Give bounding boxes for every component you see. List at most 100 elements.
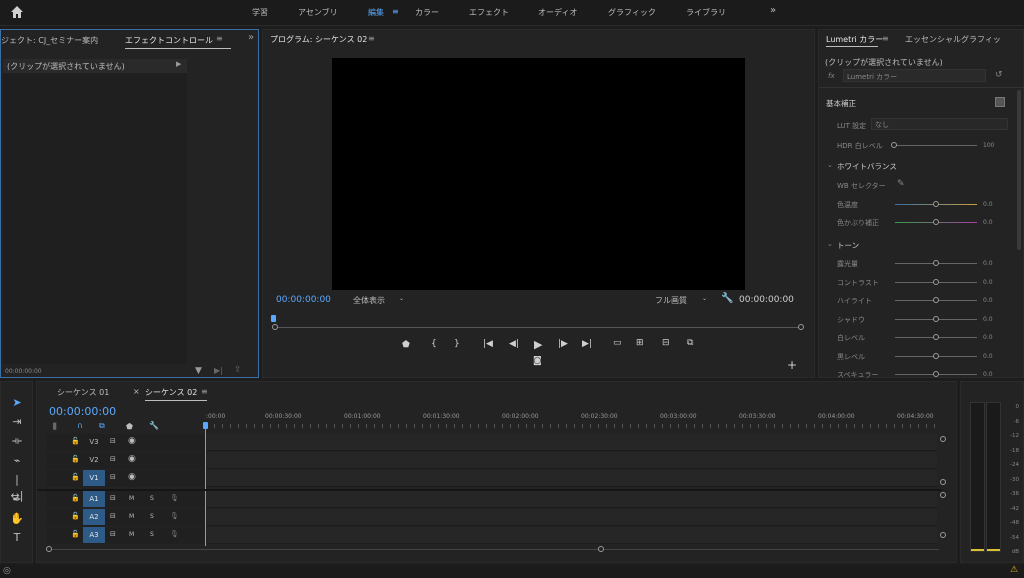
export-icon[interactable]: ⇪ <box>234 365 242 375</box>
track-lane[interactable] <box>207 452 937 469</box>
hscroll-left-handle[interactable] <box>46 546 52 552</box>
program-timecode-current[interactable]: 00:00:00:00 <box>276 295 331 305</box>
tone-slider-knob[interactable] <box>933 260 939 266</box>
scrub-end-handle[interactable] <box>798 324 804 330</box>
pen-tool-icon[interactable]: ✒ <box>9 492 25 508</box>
sync-lock-icon[interactable]: ⊟ <box>110 473 116 481</box>
lock-icon[interactable]: 🔓 <box>71 437 80 445</box>
mark-in-icon[interactable]: { <box>431 339 437 349</box>
timeline-vscroll-bottom[interactable] <box>940 492 946 498</box>
track-lane[interactable] <box>207 527 937 544</box>
extract-icon[interactable]: ⊟ <box>662 338 670 348</box>
eye-icon[interactable]: ◉ <box>128 454 136 464</box>
go-to-out-icon[interactable]: ▶| <box>582 339 592 349</box>
eyedropper-icon[interactable]: ✎ <box>897 179 905 189</box>
microphone-icon[interactable]: 🎙 <box>170 512 179 520</box>
sync-lock-icon[interactable]: ⊟ <box>110 512 116 520</box>
panel-expand-icon[interactable]: » <box>248 32 254 43</box>
tint-value[interactable]: 0.0 <box>983 219 993 226</box>
microphone-icon[interactable]: 🎙 <box>170 530 179 538</box>
workspace-learn[interactable]: 学習 <box>252 7 268 18</box>
program-monitor-title[interactable]: プログラム: シーケンス 02 <box>270 34 367 45</box>
tone-slider-knob[interactable] <box>933 297 939 303</box>
workspace-graphics[interactable]: グラフィック <box>608 7 656 18</box>
timeline-settings-icon[interactable]: 🔧 <box>149 421 159 430</box>
solo-button[interactable]: S <box>150 513 154 520</box>
tab-lumetri-color[interactable]: Lumetri カラー <box>826 34 883 45</box>
linked-selection-icon[interactable]: ⧉ <box>99 421 105 431</box>
go-to-in-icon[interactable]: |◀ <box>483 339 493 349</box>
lock-icon[interactable]: 🔓 <box>71 455 80 463</box>
track-label[interactable]: V1 <box>83 470 105 486</box>
tone-slider-value[interactable]: 0.0 <box>983 371 993 378</box>
mark-out-icon[interactable]: } <box>454 339 460 349</box>
add-button-icon[interactable]: + <box>787 358 797 372</box>
close-tab-icon[interactable]: × <box>133 387 140 396</box>
tab-essential-graphics[interactable]: エッセンシャルグラフィッ <box>905 34 1001 45</box>
safe-margins-icon[interactable]: ▭ <box>613 338 622 348</box>
timeline-hscroll-track[interactable] <box>51 549 939 550</box>
playhead-marker[interactable] <box>271 315 276 322</box>
timeline-menu-icon[interactable]: ≡ <box>201 387 208 396</box>
lock-icon[interactable]: 🔓 <box>71 494 80 502</box>
razor-tool-icon[interactable]: ⌁ <box>9 453 25 469</box>
microphone-icon[interactable]: 🎙 <box>170 494 179 502</box>
track-lane[interactable] <box>207 491 937 508</box>
tone-slider-knob[interactable] <box>933 334 939 340</box>
ripple-edit-tool-icon[interactable]: ⟛ <box>9 433 25 449</box>
add-marker-icon[interactable]: ⬟ <box>402 340 410 350</box>
hdr-slider-knob[interactable] <box>891 142 897 148</box>
lut-select[interactable] <box>871 118 1008 130</box>
workspace-libraries[interactable]: ライブラリ <box>686 7 726 18</box>
wb-collapse-icon[interactable]: ⌄ <box>827 161 833 169</box>
timeline-vscroll-top[interactable] <box>940 436 946 442</box>
sync-lock-icon[interactable]: ⊟ <box>110 494 116 502</box>
quality-select[interactable]: フル画質 <box>655 295 687 306</box>
track-lane[interactable] <box>207 509 937 526</box>
home-icon[interactable] <box>10 5 24 19</box>
workspace-color[interactable]: カラー <box>415 7 439 18</box>
lock-icon[interactable]: 🔓 <box>71 530 80 538</box>
workspace-effects[interactable]: エフェクト <box>469 7 509 18</box>
track-label[interactable]: A2 <box>83 509 105 525</box>
playhead-head[interactable] <box>203 422 208 429</box>
mute-button[interactable]: M <box>129 513 134 520</box>
tab-sequence-01[interactable]: シーケンス 01 <box>57 387 109 398</box>
tone-slider-knob[interactable] <box>933 278 939 285</box>
track-lane[interactable] <box>207 434 937 451</box>
mute-button[interactable]: M <box>129 495 134 502</box>
sync-lock-icon[interactable]: ⊟ <box>110 437 116 445</box>
playhead-line[interactable] <box>205 424 206 546</box>
snap-icon[interactable]: ∩ <box>77 421 83 430</box>
track-label[interactable]: A3 <box>83 527 105 543</box>
reset-icon[interactable]: ↺ <box>995 70 1003 80</box>
tone-slider-knob[interactable] <box>933 315 939 322</box>
more-workspaces-icon[interactable]: » <box>770 5 776 16</box>
lock-icon[interactable]: 🔓 <box>71 473 80 481</box>
tone-slider-value[interactable]: 0.0 <box>983 316 993 323</box>
tone-header[interactable]: トーン <box>837 240 859 251</box>
hscroll-right-handle[interactable] <box>598 546 604 552</box>
slip-tool-icon[interactable]: |↔| <box>9 472 25 502</box>
tone-slider-value[interactable]: 0.0 <box>983 260 993 267</box>
tone-slider-knob[interactable] <box>933 371 939 377</box>
add-marker-timeline-icon[interactable]: ⬟ <box>126 422 133 431</box>
tint-slider-knob[interactable] <box>933 219 939 225</box>
track-select-tool-icon[interactable]: ⇥ <box>9 414 25 430</box>
scrub-start-handle[interactable] <box>272 324 278 330</box>
basic-correction-checkbox[interactable] <box>995 97 1005 107</box>
tone-slider-value[interactable]: 0.0 <box>983 353 993 360</box>
program-scrub-bar[interactable] <box>276 327 803 328</box>
solo-button[interactable]: S <box>150 495 154 502</box>
cc-sync-icon[interactable]: ◎ <box>3 566 11 576</box>
export-frame-icon[interactable]: ◙ <box>533 356 542 366</box>
timeline-vscroll-end[interactable] <box>940 532 946 538</box>
workspace-assembly[interactable]: アセンブリ <box>298 7 338 18</box>
tab-effect-controls[interactable]: エフェクトコントロール <box>125 35 213 46</box>
warning-icon[interactable]: ⚠ <box>1010 565 1018 575</box>
track-label[interactable]: V3 <box>83 434 105 450</box>
sync-lock-icon[interactable]: ⊟ <box>110 530 116 538</box>
selection-tool-icon[interactable]: ➤ <box>9 395 25 411</box>
tab-project[interactable]: ジェクト: CJ_セミナー案内 <box>1 35 98 46</box>
quality-select-chevron-icon[interactable]: ⌄ <box>702 295 707 302</box>
